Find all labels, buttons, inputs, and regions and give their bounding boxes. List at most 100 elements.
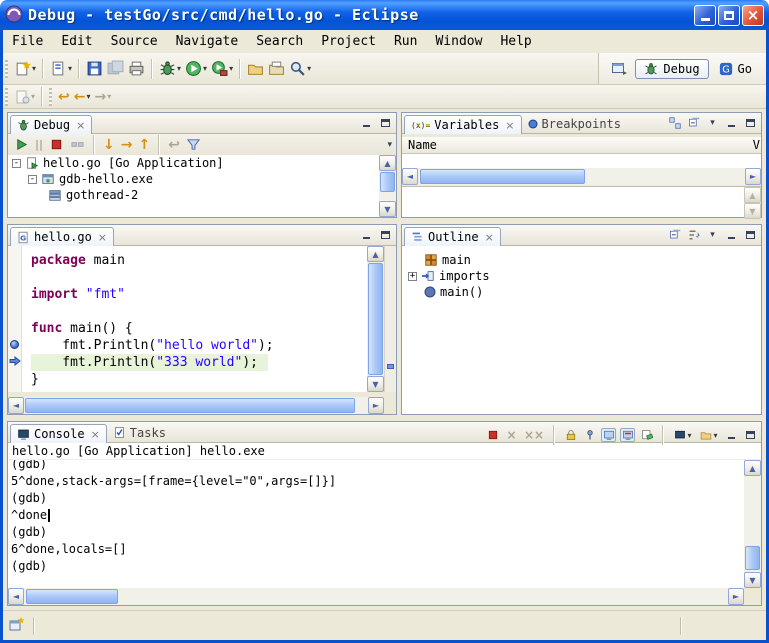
annotation-nav-button[interactable]: ▾ xyxy=(12,85,37,109)
scroll-left-icon[interactable]: ◄ xyxy=(402,168,418,185)
show-on-stderr-button[interactable] xyxy=(620,428,635,442)
close-button[interactable]: × xyxy=(742,5,764,26)
tree-row-process[interactable]: - gdb-hello.exe xyxy=(8,171,379,187)
maximize-view-button[interactable] xyxy=(743,228,758,242)
menu-edit[interactable]: Edit xyxy=(52,32,101,52)
editor-code-area[interactable]: package main import "fmt" func main() { … xyxy=(23,246,367,392)
editor-overview-ruler[interactable] xyxy=(384,246,396,392)
dropdown-arrow-icon[interactable]: ▾ xyxy=(68,64,72,73)
tab-tasks[interactable]: Tasks xyxy=(107,423,172,442)
collapse-all-button[interactable] xyxy=(686,116,701,130)
console-vscrollbar[interactable]: ▲ ▼ xyxy=(744,460,761,588)
menu-window[interactable]: Window xyxy=(426,32,491,52)
tab-hello-go[interactable]: G hello.go × xyxy=(10,227,114,246)
new-go-element-button[interactable]: ▾ xyxy=(48,57,74,81)
open-perspective-button[interactable] xyxy=(609,57,629,81)
minimize-button[interactable] xyxy=(694,5,716,26)
clear-console-button[interactable] xyxy=(639,428,654,442)
dropdown-arrow-icon[interactable]: ▾ xyxy=(31,92,35,101)
scroll-down-icon[interactable]: ▼ xyxy=(367,376,384,392)
close-tab-icon[interactable]: × xyxy=(91,428,100,441)
toolbar-grip[interactable] xyxy=(5,60,8,78)
scrollbar-thumb[interactable] xyxy=(380,172,395,192)
tab-console[interactable]: Console × xyxy=(10,424,107,443)
scrollbar-thumb[interactable] xyxy=(25,398,355,413)
dropdown-arrow-icon[interactable]: ▾ xyxy=(229,64,233,73)
scroll-right-icon[interactable]: ► xyxy=(745,168,761,185)
dropdown-arrow-icon[interactable]: ▾ xyxy=(32,64,36,73)
save-all-button[interactable] xyxy=(105,57,126,81)
maximize-view-button[interactable] xyxy=(378,228,393,242)
debug-tree-vscrollbar[interactable]: ▲ ▼ xyxy=(379,155,396,217)
close-tab-icon[interactable]: × xyxy=(76,119,85,132)
external-tools-button[interactable]: ▾ xyxy=(209,57,235,81)
outline-item-main-func[interactable]: main() xyxy=(402,284,761,300)
collapse-all-button[interactable] xyxy=(667,228,682,242)
scroll-up-icon[interactable]: ▲ xyxy=(379,155,396,171)
step-return-button[interactable]: ↑ xyxy=(137,133,153,157)
scroll-up-icon[interactable]: ▲ xyxy=(744,187,761,203)
sort-button[interactable] xyxy=(686,228,701,242)
menu-help[interactable]: Help xyxy=(491,32,540,52)
scroll-lock-button[interactable] xyxy=(563,428,578,442)
terminate-console-button[interactable] xyxy=(485,428,500,442)
forward-button[interactable]: → ▾ xyxy=(93,85,114,109)
remove-launch-button[interactable]: × xyxy=(504,428,519,442)
disconnect-button[interactable] xyxy=(68,133,87,157)
details-vscrollbar[interactable]: ▲ ▼ xyxy=(744,186,761,217)
expander-icon[interactable]: + xyxy=(408,272,417,281)
last-edit-location-button[interactable]: ↩ xyxy=(56,85,72,109)
overview-breakpoint-mark[interactable] xyxy=(387,364,394,369)
scroll-right-icon[interactable]: ► xyxy=(368,397,384,414)
step-filters-button[interactable] xyxy=(184,133,203,157)
view-menu-icon[interactable]: ▾ xyxy=(705,116,720,130)
step-over-button[interactable]: → xyxy=(119,133,135,157)
menu-navigate[interactable]: Navigate xyxy=(167,32,248,52)
expander-icon[interactable]: - xyxy=(12,159,21,168)
view-menu-icon[interactable]: ▾ xyxy=(387,140,392,150)
breakpoint-marker-icon[interactable] xyxy=(10,340,19,349)
menu-project[interactable]: Project xyxy=(312,32,385,52)
toolbar-grip[interactable] xyxy=(5,88,8,106)
fast-view-icon[interactable] xyxy=(9,616,25,635)
dropdown-arrow-icon[interactable]: ▾ xyxy=(86,92,90,101)
scroll-down-icon[interactable]: ▼ xyxy=(744,572,761,588)
new-wizard-button[interactable]: ▾ xyxy=(12,57,38,81)
variables-column-header[interactable]: Name V xyxy=(402,137,761,154)
maximize-view-button[interactable] xyxy=(378,116,393,130)
dropdown-arrow-icon[interactable]: ▾ xyxy=(177,64,181,73)
display-selected-console-button[interactable]: ▾ xyxy=(672,428,694,442)
pin-console-button[interactable] xyxy=(582,428,597,442)
scrollbar-thumb[interactable] xyxy=(420,169,585,184)
show-type-names-button[interactable] xyxy=(667,116,682,130)
titlebar[interactable]: Debug - testGo/src/cmd/hello.go - Eclips… xyxy=(0,0,769,30)
scroll-right-icon[interactable]: ► xyxy=(728,588,744,605)
close-tab-icon[interactable]: × xyxy=(485,231,494,244)
maximize-view-button[interactable] xyxy=(743,116,758,130)
editor-hscrollbar[interactable]: ◄ ► xyxy=(8,397,384,414)
minimize-view-button[interactable] xyxy=(359,116,374,130)
remove-all-launches-button[interactable]: ×× xyxy=(523,428,545,442)
menu-source[interactable]: Source xyxy=(102,32,167,52)
open-resource-button[interactable] xyxy=(266,57,287,81)
print-button[interactable] xyxy=(126,57,147,81)
variable-details-pane[interactable] xyxy=(402,186,744,217)
dropdown-arrow-icon[interactable]: ▾ xyxy=(107,92,111,101)
perspective-debug-button[interactable]: Debug xyxy=(635,59,708,79)
drop-to-frame-button[interactable]: ↩ xyxy=(166,133,182,157)
close-tab-icon[interactable]: × xyxy=(505,119,514,132)
minimize-view-button[interactable] xyxy=(359,228,374,242)
scroll-down-icon[interactable]: ▼ xyxy=(744,203,761,219)
show-on-stdout-button[interactable] xyxy=(601,428,616,442)
scroll-up-icon[interactable]: ▲ xyxy=(367,246,384,262)
editor-vscrollbar[interactable]: ▲ ▼ xyxy=(367,246,384,392)
maximize-view-button[interactable] xyxy=(743,428,758,442)
scroll-left-icon[interactable]: ◄ xyxy=(8,588,24,605)
tab-outline[interactable]: Outline × xyxy=(404,227,501,246)
menu-search[interactable]: Search xyxy=(247,32,312,52)
resume-button[interactable] xyxy=(12,133,31,157)
step-into-button[interactable]: ↓ xyxy=(101,133,117,157)
save-button[interactable] xyxy=(84,57,105,81)
menu-file[interactable]: File xyxy=(3,32,52,52)
tab-variables[interactable]: (x)= Variables × xyxy=(404,115,522,134)
